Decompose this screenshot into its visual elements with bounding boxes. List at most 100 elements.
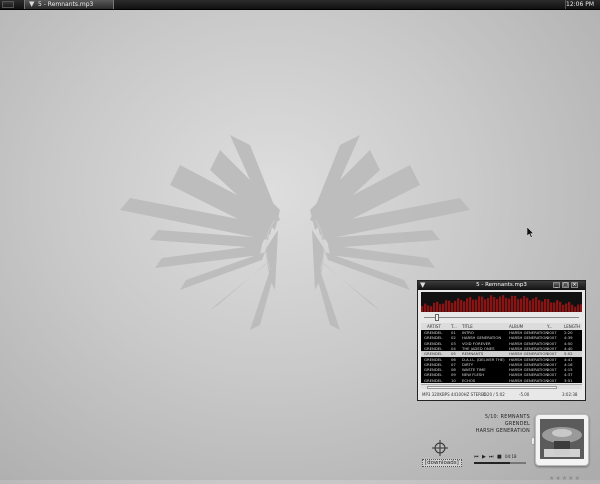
- playlist-row[interactable]: GRENDEL 10 ECHOS HARSH GENERATION 2007 3:51: [421, 378, 582, 383]
- visualizer-bar: [574, 306, 577, 312]
- visualizer-bar: [565, 303, 568, 312]
- album-cover-frame[interactable]: [535, 414, 589, 466]
- visualizer-bar: [490, 295, 493, 312]
- next-icon[interactable]: ⏭: [489, 453, 494, 461]
- column-length[interactable]: LENGTH: [564, 323, 580, 330]
- visualizer-bar: [496, 299, 499, 312]
- status-time: 0:20 / 5:02: [483, 392, 505, 397]
- column-year[interactable]: Y...: [547, 323, 552, 330]
- visualizer-bar: [529, 300, 532, 312]
- column-track[interactable]: T...: [451, 323, 457, 330]
- taskbar-task-label: 5 - Remnants.mp3: [38, 1, 94, 8]
- visualizer-bar: [427, 305, 430, 312]
- visualizer-bar: [439, 304, 442, 312]
- player-status-bar: MP3 320KBPS 44100HZ STEREO 0:20 / 5:02 -…: [421, 391, 582, 399]
- visualizer-bar: [442, 303, 445, 312]
- seek-thumb[interactable]: [434, 314, 439, 321]
- rating-stars[interactable]: ★★★★★: [549, 465, 589, 482]
- playlist-horizontal-scrollbar[interactable]: [421, 384, 582, 389]
- track-year: 2007: [547, 377, 557, 383]
- minimize-button[interactable]: _: [553, 282, 560, 288]
- visualizer-bar: [544, 299, 547, 312]
- visualizer-bar: [505, 297, 508, 312]
- status-format: MP3 320KBPS 44100HZ STEREO: [422, 392, 487, 397]
- track-title: ECHOS: [462, 377, 476, 383]
- visualizer-bar: [493, 297, 496, 312]
- album-cover-art: [540, 419, 584, 459]
- visualizer-bar: [526, 297, 529, 312]
- visualizer-bar: [463, 301, 466, 312]
- column-artist[interactable]: ARTIST: [427, 323, 441, 330]
- now-playing-info: 5/10: REMNANTS GRENDEL HARSH GENERATION: [476, 414, 530, 435]
- star-icon[interactable]: ★: [575, 476, 580, 482]
- visualizer-bar: [517, 299, 520, 312]
- star-icon[interactable]: ★: [549, 476, 554, 482]
- visualizer-bar: [469, 296, 472, 312]
- desktop-icon-label: [downloads]: [422, 459, 462, 467]
- visualizer-bar: [430, 306, 433, 312]
- close-button[interactable]: ×: [571, 282, 578, 288]
- visualizer-bar: [562, 304, 565, 312]
- visualizer-bar: [472, 299, 475, 312]
- visualizer-bar: [550, 302, 553, 312]
- visualizer-bar: [532, 298, 535, 312]
- visualizer-bar: [478, 296, 481, 312]
- visualizer-bar: [541, 301, 544, 312]
- visualizer-bar: [487, 297, 490, 312]
- visualizer-bar: [520, 298, 523, 312]
- now-playing-artist: GRENDEL: [504, 422, 530, 427]
- star-icon[interactable]: ★: [562, 476, 567, 482]
- visualizer-bar: [436, 301, 439, 312]
- desktop-icon-downloads[interactable]: [downloads]: [420, 440, 462, 470]
- now-playing-track: 5/10: REMNANTS: [484, 415, 530, 420]
- visualizer-bar: [508, 298, 511, 312]
- visualizer-bar: [577, 304, 580, 312]
- visualizer-bar: [553, 302, 556, 312]
- volume-icon[interactable]: ■: [497, 453, 502, 461]
- media-player-window: ▼ 5 - Remnants.mp3 _ □ × ARTIST T... TIT…: [417, 280, 586, 401]
- visualizer-bar: [535, 297, 538, 312]
- track-artist: GRENDEL: [424, 377, 443, 383]
- visualizer-bar: [571, 304, 574, 312]
- visualizer-bar: [580, 304, 582, 312]
- mouse-cursor-icon: [527, 227, 535, 238]
- crosshair-icon: [432, 440, 448, 456]
- now-playing-progress[interactable]: [474, 462, 526, 464]
- visualizer-bar: [424, 303, 427, 312]
- track-number: 10: [451, 377, 456, 383]
- visualizer-bar: [523, 295, 526, 312]
- start-button[interactable]: [2, 1, 14, 8]
- now-playing-elapsed: 04:18: [505, 454, 517, 459]
- visualizer-bar: [559, 301, 562, 312]
- visualizer-bar: [451, 302, 454, 312]
- clock[interactable]: 12:06 PM: [566, 0, 594, 9]
- taskbar-task-media-player[interactable]: ▼ 5 - Remnants.mp3: [24, 0, 114, 9]
- now-playing-album: HARSH GENERATION: [475, 429, 530, 434]
- visualizer-bar: [538, 300, 541, 312]
- player-titlebar[interactable]: ▼ 5 - Remnants.mp3 _ □ ×: [418, 281, 585, 290]
- visualizer-bar: [433, 302, 436, 312]
- track-length: 3:51: [564, 377, 573, 383]
- scrollbar-thumb[interactable]: [427, 386, 557, 389]
- media-player-icon: ▼: [29, 0, 35, 8]
- visualizer-bar: [454, 300, 457, 312]
- visualizer-bar: [466, 298, 469, 312]
- taskbar: ▼ 5 - Remnants.mp3 12:06 PM: [0, 0, 600, 10]
- star-icon[interactable]: ★: [568, 476, 573, 482]
- visualizer-bar: [445, 300, 448, 312]
- visualizer-bar: [568, 301, 571, 312]
- playlist-column-header: ARTIST T... TITLE ALBUM Y... LENGTH: [421, 323, 582, 330]
- visualizer-bar: [481, 296, 484, 312]
- visualizer-bar: [502, 295, 505, 312]
- column-album[interactable]: ALBUM: [509, 323, 523, 330]
- star-icon[interactable]: ★: [555, 476, 560, 482]
- visualizer-bar: [511, 295, 514, 312]
- previous-icon[interactable]: ⏮: [474, 453, 479, 461]
- visualizer-bar: [457, 298, 460, 312]
- play-icon[interactable]: ▶: [482, 453, 486, 461]
- visualizer-bar: [475, 299, 478, 312]
- now-playing-controls: ⏮ ▶ ⏭ ■ 04:18: [474, 453, 534, 461]
- maximize-button[interactable]: □: [562, 282, 569, 288]
- column-title[interactable]: TITLE: [462, 323, 473, 330]
- seek-bar[interactable]: [421, 314, 582, 321]
